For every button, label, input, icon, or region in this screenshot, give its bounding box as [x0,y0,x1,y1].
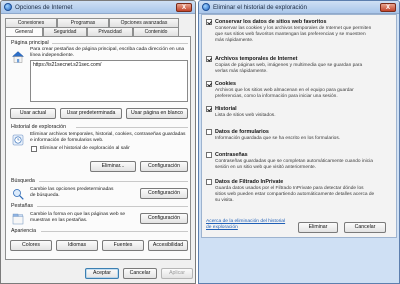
tabs-group-label: Pestañas [11,203,34,209]
colors-button[interactable]: Colores [10,240,52,251]
cookies-description: Archivos que los sitios web almacenan en… [215,88,354,99]
tabs-icon [12,213,24,225]
tabs-description: Cambie la forma en que las páginas web s… [30,212,126,223]
internet-options-dialog: Opciones de Internet X Conexiones Progra… [0,0,196,284]
inprivate-filtering-checkbox[interactable] [206,179,212,185]
keep-favorites-data-checkbox[interactable] [206,19,212,25]
cookies-checkbox[interactable] [206,81,212,87]
form-data-description: Información guardada que se ha escrito e… [215,136,341,141]
search-divider [39,181,188,182]
history-group-label: Historial de exploración [11,124,67,130]
internet-options-close-button[interactable]: X [176,3,192,12]
tab-row-top: Conexiones Programas Opciones avanzadas [5,18,179,27]
delete-history-dialog: Eliminar el historial de exploración X C… [198,0,400,284]
tab-contenido[interactable]: Contenido [133,27,179,36]
delete-history-button[interactable]: Eliminar... [90,161,136,172]
keep-favorites-data-description: Conservar las cookies y los archivos tem… [215,26,372,43]
appearance-group-label: Apariencia [11,228,37,234]
use-blank-button[interactable]: Usar página en blanco [126,108,188,119]
temporary-files-checkbox[interactable] [206,56,212,62]
passwords-description: Contraseñas guardadas que se completan a… [215,159,373,170]
tab-row-bottom: General Seguridad Privacidad Contenido [5,27,179,37]
delete-history-close-button[interactable]: X [380,3,396,12]
history-title: Historial [215,106,237,112]
history-item-description: Lista de sitios web visitados. [215,113,276,118]
appearance-divider [41,231,188,232]
delete-cancel-button[interactable]: Cancelar [344,222,386,233]
inprivate-filtering-description: Guarda datos usados por el Filtrado InPr… [215,186,375,203]
delete-history-title: Eliminar el historial de exploración [213,3,307,11]
tab-opciones-avanzadas[interactable]: Opciones avanzadas [109,18,179,27]
history-settings-button[interactable]: Configuración [140,161,188,172]
use-current-button[interactable]: Usar actual [10,108,56,119]
search-description: Cambie las opciones predeterminadas de b… [30,187,114,198]
internet-options-titlebar[interactable]: Opciones de Internet X [1,1,195,14]
languages-button[interactable]: Idiomas [56,240,98,251]
search-settings-button[interactable]: Configuración [140,188,188,199]
inprivate-filtering-title: Datos de Filtrado InPrivate [215,179,284,185]
fonts-button[interactable]: Fuentes [102,240,144,251]
passwords-checkbox[interactable] [206,152,212,158]
ok-button[interactable]: Aceptar [85,268,119,279]
form-data-checkbox[interactable] [206,129,212,135]
history-description: Eliminar archivos temporales, historial,… [30,132,186,143]
tab-privacidad[interactable]: Privacidad [87,27,133,36]
delete-history-body: Conservar los datos de sitios web favori… [201,14,397,238]
tab-conexiones[interactable]: Conexiones [5,18,57,27]
keep-favorites-data-title: Conservar los datos de sitios web favori… [215,19,327,25]
history-divider [76,127,188,128]
home-page-description: Para crear pestañas de página principal,… [30,47,185,58]
home-icon [11,51,25,63]
home-page-group-label: Página principal [11,40,49,46]
apply-button[interactable]: Aplicar [161,268,193,279]
accessibility-button[interactable]: Accesibilidad [148,240,188,251]
tabs-divider [37,206,188,207]
tab-seguridad[interactable]: Seguridad [43,27,87,36]
delete-history-titlebar[interactable]: Eliminar el historial de exploración X [199,1,399,14]
home-page-url-field[interactable]: https://is21secnet.s21sec.com/ [30,60,188,102]
search-icon [13,189,24,200]
tabs-settings-button[interactable]: Configuración [140,213,188,224]
internet-options-title: Opciones de Internet [15,3,73,11]
about-deleting-history-link[interactable]: Acerca de la eliminación del historial d… [206,219,288,231]
home-page-divider [52,43,188,44]
passwords-title: Contraseñas [215,152,248,158]
delete-button[interactable]: Eliminar [298,222,338,233]
history-checkbox[interactable] [206,106,212,112]
general-tab-panel: Página principal Para crear pestañas de … [5,36,191,260]
form-data-title: Datos de formularios [215,129,269,135]
temporary-files-title: Archivos temporales de Internet [215,56,298,62]
history-icon [12,134,24,146]
internet-options-body: Conexiones Programas Opciones avanzadas … [1,14,195,283]
internet-options-icon [4,3,12,11]
cookies-title: Cookies [215,81,236,87]
search-group-label: Búsqueda [11,178,35,184]
tab-programas[interactable]: Programas [57,18,109,27]
cancel-button[interactable]: Cancelar [123,268,157,279]
temporary-files-description: Copias de páginas web, imágenes y multim… [215,63,363,74]
use-default-button[interactable]: Usar predeterminada [60,108,122,119]
delete-history-on-exit-checkbox[interactable] [31,146,37,152]
delete-history-on-exit-label: Eliminar el historial de exploración al … [40,146,130,151]
delete-history-dialog-icon [202,3,210,11]
